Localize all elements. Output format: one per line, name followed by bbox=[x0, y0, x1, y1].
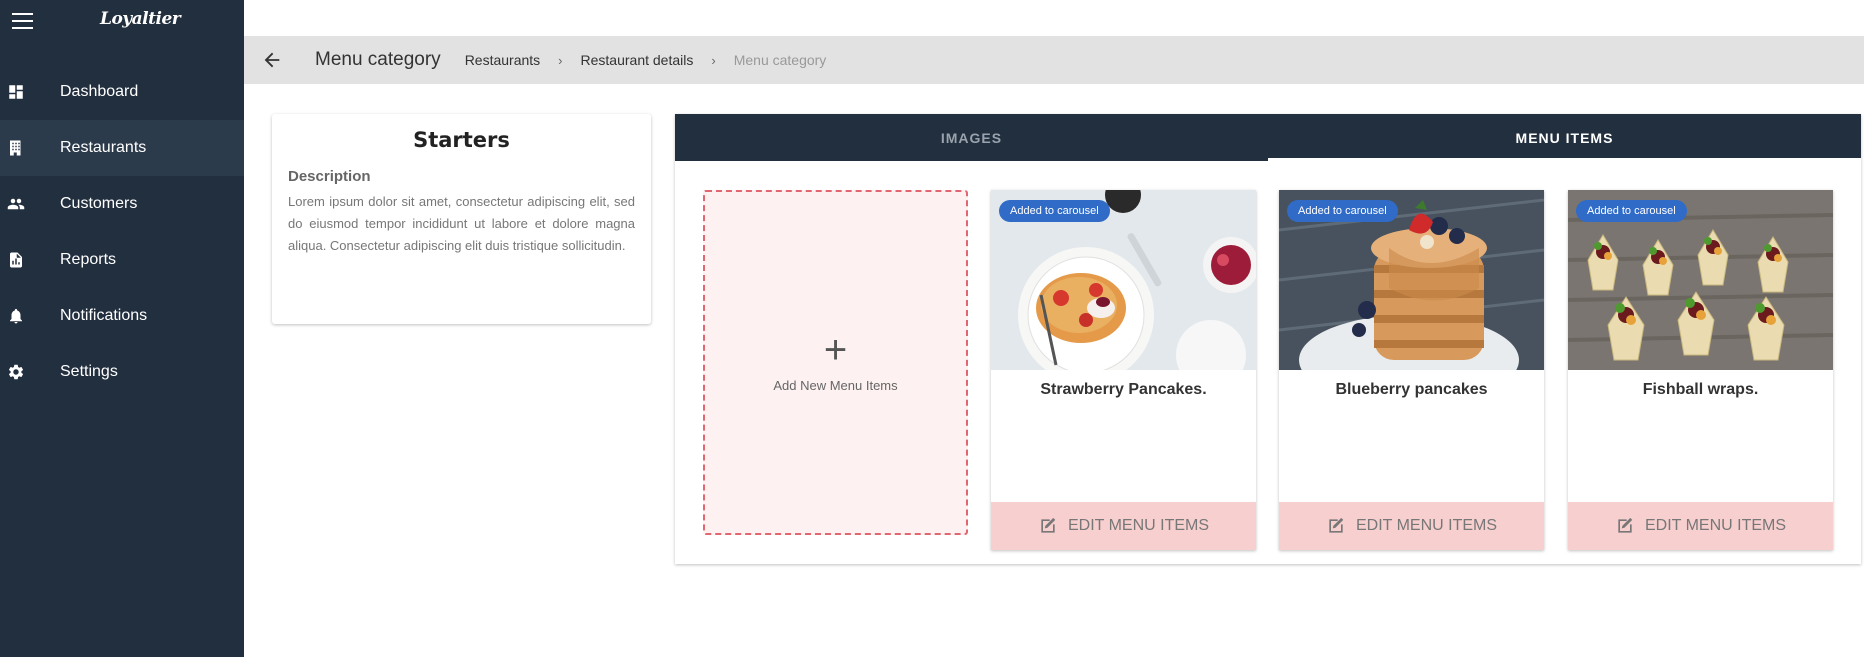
app-logo: Loyaltier bbox=[100, 9, 181, 29]
sidebar-item-label: Notifications bbox=[60, 307, 148, 324]
breadcrumb-menu-category: Menu category bbox=[733, 52, 827, 68]
sidebar-item-label: Dashboard bbox=[60, 83, 139, 100]
breadcrumb-bar: Menu category Restaurants › Restaurant d… bbox=[244, 36, 1864, 84]
sidebar-nav: Dashboard Restaurants Customers Reports … bbox=[0, 64, 244, 400]
menu-item-name: Blueberry pancakes bbox=[1335, 381, 1488, 398]
top-bar bbox=[244, 0, 1864, 36]
sidebar-header: Loyaltier bbox=[0, 0, 244, 44]
gear-icon bbox=[0, 363, 60, 381]
add-menu-item-label: Add New Menu Items bbox=[773, 378, 898, 393]
menu-item-card[interactable]: Added to carousel Fishball wraps. EDIT M… bbox=[1568, 190, 1833, 550]
report-icon bbox=[0, 251, 60, 269]
breadcrumb: Restaurants › Restaurant details › Menu … bbox=[465, 52, 827, 68]
plus-icon: + bbox=[823, 328, 848, 372]
menu-panel: IMAGES MENU ITEMS + Add New Menu Items A… bbox=[675, 114, 1861, 564]
breadcrumb-restaurant-details[interactable]: Restaurant details bbox=[581, 52, 694, 68]
category-title: Starters bbox=[413, 128, 510, 152]
sidebar-item-settings[interactable]: Settings bbox=[0, 344, 244, 400]
tab-bar: IMAGES MENU ITEMS bbox=[675, 114, 1861, 161]
menu-item-image: Added to carousel bbox=[1279, 190, 1544, 370]
tab-images[interactable]: IMAGES bbox=[675, 114, 1268, 161]
sidebar-item-label: Restaurants bbox=[60, 139, 147, 156]
hamburger-menu-icon[interactable] bbox=[12, 13, 33, 29]
chevron-right-icon: › bbox=[711, 52, 716, 68]
edit-menu-item-label: EDIT MENU ITEMS bbox=[1067, 517, 1210, 534]
page-title: Menu category bbox=[315, 49, 441, 70]
sidebar-item-label: Customers bbox=[60, 195, 138, 212]
tab-menu-items[interactable]: MENU ITEMS bbox=[1268, 114, 1861, 161]
bell-icon bbox=[0, 307, 60, 325]
sidebar-item-restaurants[interactable]: Restaurants bbox=[0, 120, 244, 176]
carousel-badge: Added to carousel bbox=[1576, 200, 1687, 222]
sidebar-item-label: Reports bbox=[60, 251, 117, 268]
sidebar-item-notifications[interactable]: Notifications bbox=[0, 288, 244, 344]
people-icon bbox=[0, 195, 60, 213]
back-arrow-icon[interactable] bbox=[261, 49, 283, 71]
edit-menu-item-label: EDIT MENU ITEMS bbox=[1644, 517, 1787, 534]
menu-item-name: Strawberry Pancakes. bbox=[1040, 381, 1207, 398]
sidebar-item-dashboard[interactable]: Dashboard bbox=[0, 64, 244, 120]
edit-icon bbox=[1041, 517, 1056, 533]
menu-item-name: Fishball wraps. bbox=[1642, 381, 1759, 398]
edit-menu-item-label: EDIT MENU ITEMS bbox=[1355, 517, 1498, 534]
edit-icon bbox=[1618, 517, 1633, 533]
description-text: Lorem ipsum dolor sit amet, consectetur … bbox=[288, 194, 635, 253]
edit-icon bbox=[1329, 517, 1344, 533]
menu-item-image: Added to carousel bbox=[991, 190, 1256, 370]
sidebar-item-customers[interactable]: Customers bbox=[0, 176, 244, 232]
description-label: Description bbox=[288, 168, 371, 185]
menu-item-image: Added to carousel bbox=[1568, 190, 1833, 370]
menu-item-card[interactable]: Added to carousel Blueberry pancakes EDI… bbox=[1279, 190, 1544, 550]
add-menu-item-button[interactable]: + Add New Menu Items bbox=[703, 190, 968, 535]
carousel-badge: Added to carousel bbox=[1287, 200, 1398, 222]
chevron-right-icon: › bbox=[558, 52, 563, 68]
building-icon bbox=[0, 139, 60, 157]
dashboard-icon bbox=[0, 83, 60, 101]
edit-menu-item-button[interactable]: EDIT MENU ITEMS bbox=[1279, 502, 1544, 550]
breadcrumb-restaurants[interactable]: Restaurants bbox=[465, 52, 540, 68]
sidebar-item-reports[interactable]: Reports bbox=[0, 232, 244, 288]
category-card: Starters Description Lorem ipsum dolor s… bbox=[272, 114, 651, 324]
edit-menu-item-button[interactable]: EDIT MENU ITEMS bbox=[991, 502, 1256, 550]
menu-item-card[interactable]: Added to carousel Strawberry Pancakes. E… bbox=[991, 190, 1256, 550]
carousel-badge: Added to carousel bbox=[999, 200, 1110, 222]
edit-menu-item-button[interactable]: EDIT MENU ITEMS bbox=[1568, 502, 1833, 550]
sidebar-item-label: Settings bbox=[60, 363, 118, 380]
sidebar: Loyaltier Dashboard Restaurants Customer… bbox=[0, 0, 244, 657]
